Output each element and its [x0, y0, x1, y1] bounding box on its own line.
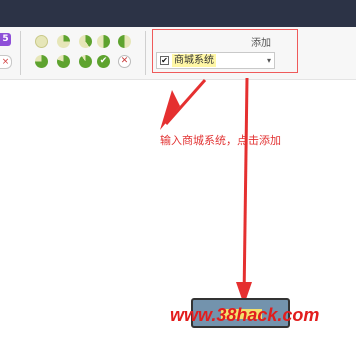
arrow-to-add-button: [242, 77, 249, 301]
watermark-text: www.38hack.com: [170, 305, 320, 325]
annotation-arrows: [160, 77, 252, 305]
